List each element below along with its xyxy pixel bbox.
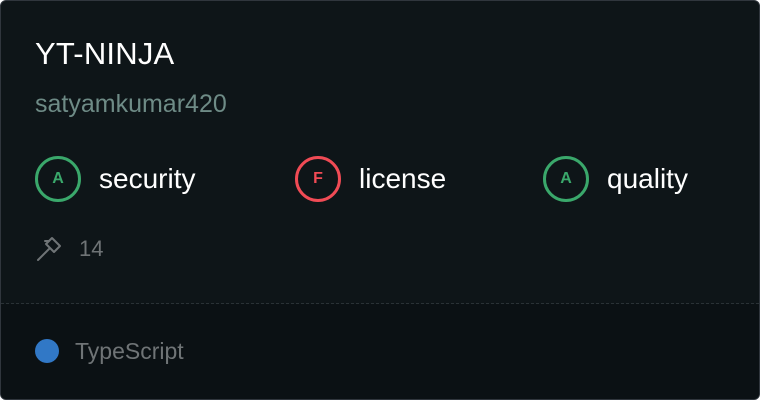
repo-name[interactable]: YT-NINJA	[35, 36, 174, 72]
repo-card[interactable]: YT-NINJA satyamkumar420 A security F lic…	[0, 0, 760, 400]
grade-label-security: security	[99, 163, 196, 194]
hammer-icon	[35, 235, 63, 263]
footer-divider	[1, 303, 759, 304]
build-count-value: 14	[79, 236, 104, 261]
grade-badge-security: A	[35, 156, 81, 202]
grade-badge-quality: A	[543, 156, 589, 202]
language-name: TypeScript	[75, 337, 184, 364]
repo-owner[interactable]: satyamkumar420	[35, 90, 227, 119]
grade-license: F license	[295, 156, 446, 202]
build-count: 14	[35, 233, 103, 265]
grade-security: A security	[35, 156, 195, 202]
grade-label-license: license	[359, 163, 447, 194]
grade-quality: A quality	[543, 156, 688, 202]
grade-label-quality: quality	[607, 163, 688, 194]
language-indicator: TypeScript	[35, 336, 184, 366]
language-color-dot	[35, 339, 59, 363]
grade-badge-license: F	[295, 156, 341, 202]
